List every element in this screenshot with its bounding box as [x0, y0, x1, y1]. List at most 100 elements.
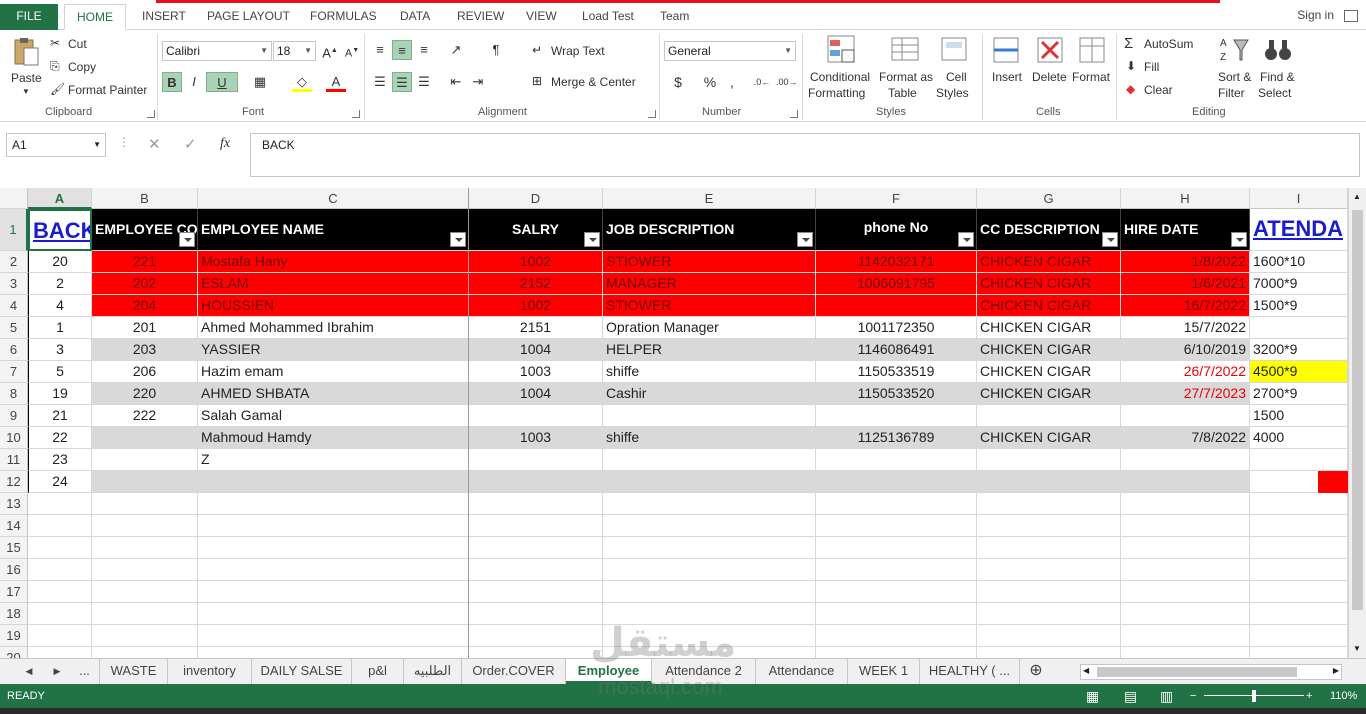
bold-button[interactable]: B: [162, 72, 182, 92]
cell-e[interactable]: [603, 537, 816, 559]
cell-b[interactable]: 222: [92, 405, 198, 427]
tab-data[interactable]: DATA: [398, 4, 432, 30]
sort-filter-icon[interactable]: AZ: [1218, 34, 1250, 66]
find-select-button[interactable]: Find &: [1260, 70, 1295, 84]
align-right-icon[interactable]: ☰: [414, 72, 434, 92]
cell-e[interactable]: shiffe: [603, 427, 816, 449]
cell-h[interactable]: [1121, 559, 1250, 581]
column-header-a[interactable]: A: [28, 188, 92, 209]
cell-e[interactable]: HELPER: [603, 339, 816, 361]
cell-a[interactable]: 3: [28, 339, 92, 361]
sign-in-link[interactable]: Sign in: [1297, 8, 1334, 22]
alignment-launcher-icon[interactable]: [648, 110, 656, 118]
delete-button[interactable]: Delete: [1032, 70, 1067, 84]
align-bottom-icon[interactable]: ≡: [414, 40, 434, 60]
next-sheet-icon[interactable]: ▶: [48, 659, 66, 684]
cell-e[interactable]: [603, 471, 816, 493]
cancel-icon[interactable]: ✕: [148, 135, 161, 153]
sheet-tab[interactable]: DAILY SALSE: [252, 659, 352, 684]
cell-i[interactable]: [1250, 515, 1348, 537]
cell-c[interactable]: ESLAM: [198, 273, 469, 295]
cell-c[interactable]: [198, 603, 469, 625]
cell-d[interactable]: 1004: [469, 383, 603, 405]
cell-d[interactable]: 1003: [469, 361, 603, 383]
increase-decimal-icon[interactable]: .0←: [752, 72, 772, 92]
clear-button[interactable]: Clear: [1144, 83, 1173, 97]
autosum-button[interactable]: AutoSum: [1144, 37, 1193, 51]
row-header[interactable]: 11: [0, 449, 28, 471]
column-header-e[interactable]: E: [603, 188, 816, 209]
align-middle-icon[interactable]: ≡: [392, 40, 412, 60]
row-header[interactable]: 5: [0, 317, 28, 339]
cell-d[interactable]: 2151: [469, 317, 603, 339]
cell-b[interactable]: 201: [92, 317, 198, 339]
cell-h[interactable]: 1/6/2021: [1121, 273, 1250, 295]
cell-b[interactable]: [92, 625, 198, 647]
column-header-f[interactable]: F: [816, 188, 977, 209]
cell-d[interactable]: [469, 537, 603, 559]
cell-h[interactable]: 6/10/2019: [1121, 339, 1250, 361]
tab-view[interactable]: VIEW: [524, 4, 559, 30]
red-fill-cell[interactable]: [1318, 471, 1348, 493]
cell-a[interactable]: 20: [28, 251, 92, 273]
header-cell-g[interactable]: CC DESCRIPTION: [977, 209, 1121, 251]
wrap-text-button[interactable]: Wrap Text: [551, 44, 605, 58]
cell-i[interactable]: 7000*9: [1250, 273, 1348, 295]
row-header[interactable]: 15: [0, 537, 28, 559]
cell-c[interactable]: [198, 537, 469, 559]
page-layout-view-icon[interactable]: ▤: [1124, 684, 1137, 708]
cell-d[interactable]: 2152: [469, 273, 603, 295]
header-cell-e[interactable]: JOB DESCRIPTION: [603, 209, 816, 251]
scroll-down-icon[interactable]: ▼: [1353, 644, 1361, 653]
row-header[interactable]: 17: [0, 581, 28, 603]
cell-e[interactable]: MANAGER: [603, 273, 816, 295]
cell-b[interactable]: 220: [92, 383, 198, 405]
cell-c[interactable]: Mostafa Hany: [198, 251, 469, 273]
cell-a[interactable]: 24: [28, 471, 92, 493]
borders-icon[interactable]: ▦: [250, 72, 270, 92]
page-break-view-icon[interactable]: ▥: [1160, 684, 1173, 708]
cell-f[interactable]: 1125136789: [816, 427, 977, 449]
header-cell-a[interactable]: BACK: [28, 209, 92, 251]
cell-c[interactable]: [198, 559, 469, 581]
cell-i[interactable]: [1250, 603, 1348, 625]
cell-g[interactable]: CHICKEN CIGAR: [977, 383, 1121, 405]
insert-button[interactable]: Insert: [992, 70, 1022, 84]
filter-dropdown-icon[interactable]: [958, 232, 974, 247]
cell-i[interactable]: 1600*10: [1250, 251, 1348, 273]
cell-h[interactable]: 1/8/2022: [1121, 251, 1250, 273]
decrease-indent-icon[interactable]: ⇤: [446, 72, 466, 92]
cell-g[interactable]: [977, 405, 1121, 427]
row-header[interactable]: 8: [0, 383, 28, 405]
header-cell-c[interactable]: EMPLOYEE NAME: [198, 209, 469, 251]
cell-c[interactable]: Hazim emam: [198, 361, 469, 383]
row-header[interactable]: 7: [0, 361, 28, 383]
cell-f[interactable]: [816, 625, 977, 647]
cell-f[interactable]: [816, 493, 977, 515]
sheet-tab[interactable]: WEEK 1: [848, 659, 920, 684]
cell-c[interactable]: [198, 647, 469, 658]
underline-button[interactable]: U: [206, 72, 238, 92]
cell-e[interactable]: [603, 559, 816, 581]
cell-d[interactable]: [469, 471, 603, 493]
row-header[interactable]: 6: [0, 339, 28, 361]
cell-b[interactable]: [92, 493, 198, 515]
cell-h[interactable]: 26/7/2022: [1121, 361, 1250, 383]
sheet-tab[interactable]: WASTE: [100, 659, 168, 684]
format-painter-button[interactable]: Format Painter: [68, 83, 147, 97]
cell-c[interactable]: AHMED SHBATA: [198, 383, 469, 405]
filter-dropdown-icon[interactable]: [1102, 232, 1118, 247]
tab-review[interactable]: REVIEW: [455, 4, 506, 30]
cell-d[interactable]: [469, 603, 603, 625]
tab-home[interactable]: HOME: [64, 4, 126, 30]
cell-e[interactable]: [603, 493, 816, 515]
cell-c[interactable]: YASSIER: [198, 339, 469, 361]
cell-a[interactable]: 19: [28, 383, 92, 405]
cell-c[interactable]: [198, 471, 469, 493]
row-header[interactable]: 1: [0, 209, 28, 251]
shrink-font-icon[interactable]: A▼: [342, 41, 362, 61]
cell-i[interactable]: 4000: [1250, 427, 1348, 449]
column-header-b[interactable]: B: [92, 188, 198, 209]
row-header[interactable]: 14: [0, 515, 28, 537]
cell-h[interactable]: 16/7/2022: [1121, 295, 1250, 317]
